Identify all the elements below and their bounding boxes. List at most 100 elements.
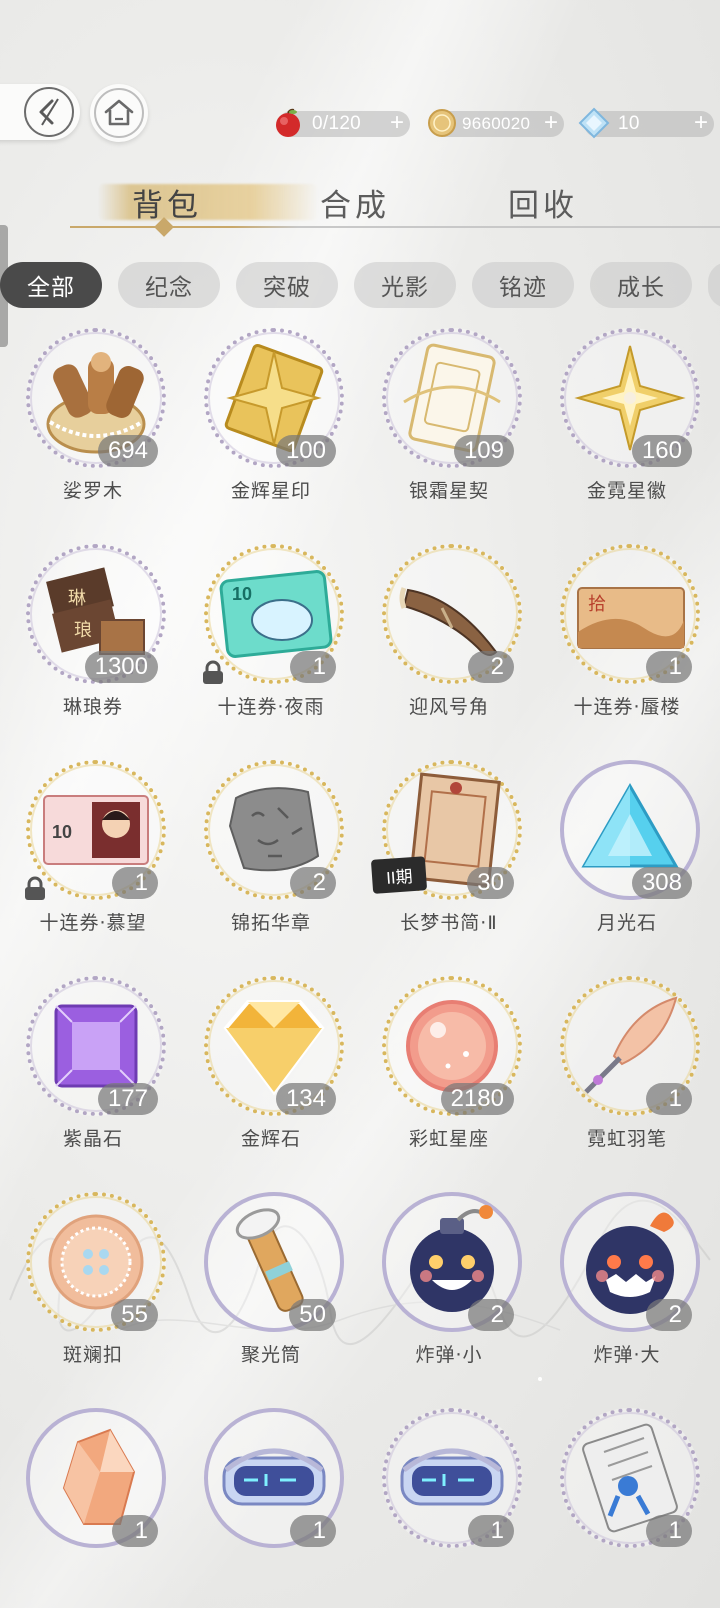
item-count: 2 bbox=[290, 867, 336, 899]
item-name: 十连券·慕望 bbox=[39, 912, 147, 934]
item-name: 月光石 bbox=[596, 912, 657, 934]
item-count: 1 bbox=[290, 651, 336, 683]
inventory-item[interactable]: 10 1 十连券·夜雨 bbox=[182, 544, 360, 740]
svg-text:琅: 琅 bbox=[74, 620, 92, 641]
item-count: 1 bbox=[646, 1515, 692, 1547]
item-name: 炸弹·大 bbox=[593, 1344, 661, 1366]
inventory-item[interactable]: 2 锦拓华章 bbox=[182, 760, 360, 956]
item-name: 长梦书简·Ⅱ bbox=[400, 912, 498, 934]
back-button[interactable] bbox=[0, 84, 80, 140]
item-name: 锦拓华章 bbox=[230, 912, 311, 934]
inventory-item[interactable]: 694 娑罗木 bbox=[4, 328, 182, 524]
filter-growth[interactable]: 成长 bbox=[590, 262, 692, 308]
item-name: 炸弹·小 bbox=[415, 1344, 483, 1366]
svg-text:拾: 拾 bbox=[588, 594, 606, 615]
item-count: 55 bbox=[111, 1299, 158, 1331]
item-count: 160 bbox=[631, 435, 692, 467]
item-count: 1 bbox=[112, 1515, 158, 1547]
inventory-item[interactable]: 2 迎风号角 bbox=[360, 544, 538, 740]
gold-coin-icon bbox=[424, 105, 460, 141]
item-count: 100 bbox=[275, 435, 336, 467]
item-name: 迎风号角 bbox=[408, 696, 489, 718]
inventory-item[interactable]: 拾 1 十连券·蜃楼 bbox=[538, 544, 716, 740]
item-count: 694 bbox=[97, 435, 158, 467]
item-name: 十连券·夜雨 bbox=[217, 696, 325, 718]
item-name: 娑罗木 bbox=[62, 480, 123, 502]
add-stamina-button[interactable]: + bbox=[390, 109, 404, 137]
item-count: 1 bbox=[646, 1083, 692, 1115]
inventory-item[interactable]: 308 月光石 bbox=[538, 760, 716, 956]
svg-text:10: 10 bbox=[232, 584, 252, 604]
inventory-item[interactable]: 55 斑斓扣 bbox=[4, 1192, 182, 1388]
tab-synthesis[interactable]: 合成 bbox=[320, 180, 390, 225]
filter-more[interactable] bbox=[708, 262, 720, 308]
inventory-item[interactable]: 177 紫晶石 bbox=[4, 976, 182, 1172]
item-count: 2 bbox=[468, 651, 514, 683]
inventory-item[interactable]: 1 霓虹羽笔 bbox=[538, 976, 716, 1172]
item-count: 1 bbox=[112, 867, 158, 899]
lock-icon bbox=[203, 660, 223, 684]
tab-recycle[interactable]: 回收 bbox=[508, 180, 578, 225]
inventory-item[interactable]: 1 bbox=[4, 1408, 182, 1604]
item-count: 1 bbox=[290, 1515, 336, 1547]
item-count: 1 bbox=[646, 651, 692, 683]
svg-text:琳: 琳 bbox=[68, 588, 86, 609]
inventory-item[interactable]: 100 金辉星印 bbox=[182, 328, 360, 524]
inventory-item[interactable]: 109 银霜星契 bbox=[360, 328, 538, 524]
inventory-item[interactable]: 琳琅 1300 琳琅券 bbox=[4, 544, 182, 740]
item-count: 109 bbox=[453, 435, 514, 467]
crystal-counter[interactable]: 10 + bbox=[578, 107, 714, 139]
add-crystal-button[interactable]: + bbox=[694, 109, 708, 137]
item-name: 金辉石 bbox=[240, 1128, 301, 1150]
stamina-counter[interactable]: 0/120 + bbox=[276, 108, 410, 137]
inventory-item[interactable]: 160 金霓星徽 bbox=[538, 328, 716, 524]
inventory-item[interactable]: 1 bbox=[182, 1408, 360, 1604]
item-count: 50 bbox=[289, 1299, 336, 1331]
item-name: 紫晶石 bbox=[62, 1128, 123, 1150]
add-gold-button[interactable]: + bbox=[544, 109, 558, 137]
inventory-item[interactable]: 134 金辉石 bbox=[182, 976, 360, 1172]
lock-icon bbox=[25, 876, 45, 900]
item-name: 金辉星印 bbox=[230, 480, 311, 502]
back-arrow-icon bbox=[24, 87, 74, 137]
tab-backpack[interactable]: 背包 bbox=[132, 180, 202, 225]
inventory-item[interactable]: 1 bbox=[360, 1408, 538, 1604]
item-count: 308 bbox=[631, 867, 692, 899]
item-name: 霓虹羽笔 bbox=[586, 1128, 667, 1150]
inventory-item[interactable]: 2 炸弹·小 bbox=[360, 1192, 538, 1388]
filter-all[interactable]: 全部 bbox=[0, 262, 102, 308]
item-name: 金霓星徽 bbox=[586, 480, 667, 502]
item-count: 2 bbox=[646, 1299, 692, 1331]
item-name: 银霜星契 bbox=[408, 480, 489, 502]
inventory-item[interactable]: 2180 彩虹星座 bbox=[360, 976, 538, 1172]
inventory-item[interactable]: 1 bbox=[538, 1408, 716, 1604]
gold-counter[interactable]: 9660020 + bbox=[428, 109, 564, 137]
filter-memorial[interactable]: 纪念 bbox=[118, 262, 220, 308]
inventory-item[interactable]: 2 炸弹·大 bbox=[538, 1192, 716, 1388]
item-count: 177 bbox=[97, 1083, 158, 1115]
item-count: 30 bbox=[467, 867, 514, 899]
item-name: 十连券·蜃楼 bbox=[573, 696, 681, 718]
scroll-indicator-dot bbox=[538, 1377, 542, 1381]
item-count: 134 bbox=[275, 1083, 336, 1115]
item-name: 斑斓扣 bbox=[62, 1344, 123, 1366]
item-name: 聚光筒 bbox=[240, 1344, 301, 1366]
red-apple-icon bbox=[270, 105, 306, 141]
active-tab-highlight bbox=[98, 184, 318, 220]
filter-light-shadow[interactable]: 光影 bbox=[354, 262, 456, 308]
inventory-item[interactable]: 10 1 十连券·慕望 bbox=[4, 760, 182, 956]
item-count: 1300 bbox=[84, 651, 158, 683]
home-icon bbox=[94, 88, 144, 138]
blue-crystal-icon bbox=[576, 105, 612, 141]
inventory-item[interactable]: II期 30 长梦书简·Ⅱ bbox=[360, 760, 538, 956]
filter-breakthrough[interactable]: 突破 bbox=[236, 262, 338, 308]
item-count: 1 bbox=[468, 1515, 514, 1547]
item-name: 彩虹星座 bbox=[408, 1128, 489, 1150]
item-name: 琳琅券 bbox=[62, 696, 123, 718]
svg-text:10: 10 bbox=[52, 822, 72, 842]
item-count: 2 bbox=[468, 1299, 514, 1331]
home-button[interactable] bbox=[90, 84, 148, 142]
inventory-item[interactable]: 50 聚光筒 bbox=[182, 1192, 360, 1388]
item-count: 2180 bbox=[440, 1083, 514, 1115]
filter-inscription[interactable]: 铭迹 bbox=[472, 262, 574, 308]
